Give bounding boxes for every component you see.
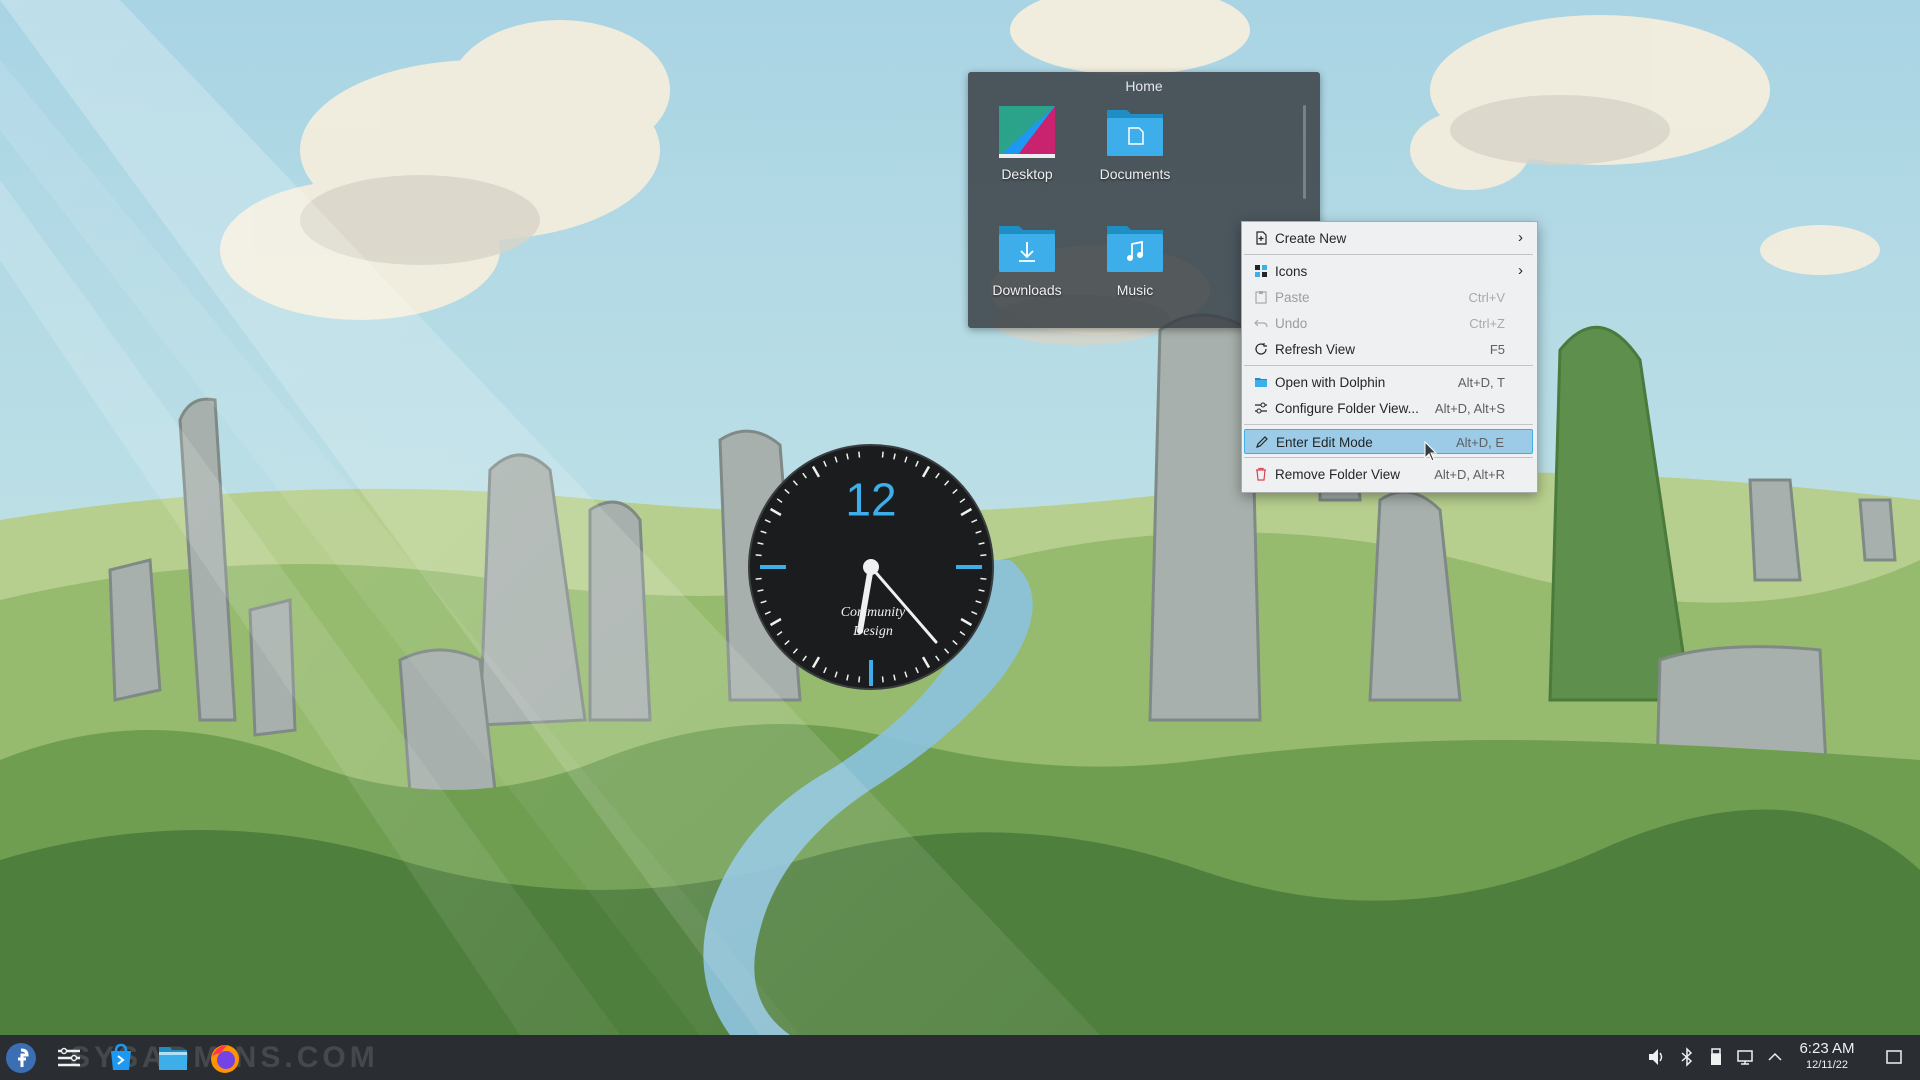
menu-item-remove-folder-view[interactable]: Remove Folder View Alt+D, Alt+R: [1244, 462, 1533, 487]
chevron-right-icon: ›: [1518, 229, 1523, 246]
downloads-folder-icon: [999, 226, 1055, 272]
desktop-folder-icon: [999, 106, 1055, 158]
menu-item-paste[interactable]: Paste Ctrl+V: [1244, 285, 1533, 310]
clock-marker-6: [869, 660, 873, 686]
folder-view-title: Home: [1125, 78, 1163, 94]
firefox-icon[interactable]: [208, 1041, 242, 1075]
mouse-cursor-icon: [1424, 441, 1438, 462]
folder-item-label: Desktop: [1001, 166, 1053, 182]
folder-item-label: Documents: [1099, 166, 1171, 182]
folder-item-label: Music: [1116, 282, 1154, 298]
dolphin-file-manager-icon[interactable]: [156, 1041, 190, 1075]
refresh-icon: [1255, 343, 1267, 355]
menu-item-icons[interactable]: Icons ›: [1244, 259, 1533, 284]
menu-separator: [1244, 365, 1533, 366]
clock-tick: [858, 676, 861, 683]
context-menu: Create New › Icons › Paste Ctrl+V Undo C…: [1241, 221, 1538, 493]
clock-tick: [980, 577, 987, 580]
icons-grid-icon: [1255, 265, 1267, 277]
configure-icon: [1255, 402, 1267, 414]
folder-item-documents[interactable]: Documents: [1085, 104, 1185, 204]
show-hidden-icons-icon[interactable]: [1766, 1047, 1784, 1067]
remove-icon: [1256, 467, 1266, 481]
clock-marker-9: [760, 565, 786, 569]
folder-item-downloads[interactable]: Downloads: [977, 220, 1077, 320]
volume-icon[interactable]: [1647, 1047, 1665, 1067]
clock-numeral-12: 12: [845, 474, 896, 526]
paste-icon: [1255, 291, 1267, 304]
taskbar-panel: SYSADMINS.COM 6:23 AM 12/11/22: [0, 1035, 1920, 1080]
task-manager-icon[interactable]: [52, 1041, 86, 1075]
taskbar-clock-date[interactable]: 12/11/22: [1796, 1059, 1858, 1071]
clock-tick: [755, 554, 762, 557]
network-icon[interactable]: [1737, 1047, 1755, 1067]
clock-tick: [858, 451, 861, 458]
menu-separator: [1244, 457, 1533, 458]
clock-marker-3: [956, 565, 982, 569]
folder-item-music[interactable]: Music: [1085, 220, 1185, 320]
folder-item-desktop[interactable]: Desktop: [977, 104, 1077, 204]
menu-separator: [1244, 254, 1533, 255]
menu-item-open-with-dolphin[interactable]: Open with Dolphin Alt+D, T: [1244, 370, 1533, 395]
chevron-right-icon: ›: [1518, 262, 1523, 279]
fedora-launcher-icon[interactable]: [4, 1041, 38, 1075]
clock-tick: [980, 554, 987, 557]
menu-item-undo[interactable]: Undo Ctrl+Z: [1244, 311, 1533, 336]
documents-folder-icon: [1107, 110, 1163, 156]
folder-item-label: Downloads: [992, 282, 1062, 298]
clock-brand-line1: Community: [841, 605, 906, 620]
show-desktop-icon[interactable]: [1885, 1047, 1903, 1067]
clock-tick: [755, 577, 762, 580]
menu-item-refresh-view[interactable]: Refresh View F5: [1244, 337, 1533, 362]
clock-center-cap: [863, 559, 879, 575]
undo-icon: [1254, 319, 1268, 328]
clock-tick: [881, 676, 884, 683]
usb-device-icon[interactable]: [1707, 1047, 1725, 1067]
analog-clock-widget[interactable]: 12 Community Design: [748, 444, 994, 690]
clock-tick: [881, 451, 884, 458]
menu-separator: [1244, 424, 1533, 425]
dolphin-icon: [1255, 378, 1267, 387]
menu-item-create-new[interactable]: Create New ›: [1244, 226, 1533, 251]
bluetooth-icon[interactable]: [1678, 1047, 1696, 1067]
menu-item-enter-edit-mode[interactable]: Enter Edit Mode Alt+D, E: [1244, 429, 1533, 454]
new-document-icon: [1256, 231, 1267, 245]
menu-item-configure-folder-view[interactable]: Configure Folder View... Alt+D, Alt+S: [1244, 396, 1533, 421]
folder-view-scrollbar[interactable]: [1303, 105, 1306, 199]
discover-icon[interactable]: [104, 1041, 138, 1075]
music-folder-icon: [1107, 226, 1163, 272]
edit-icon: [1256, 436, 1268, 448]
taskbar-clock-time[interactable]: 6:23 AM: [1796, 1040, 1858, 1057]
